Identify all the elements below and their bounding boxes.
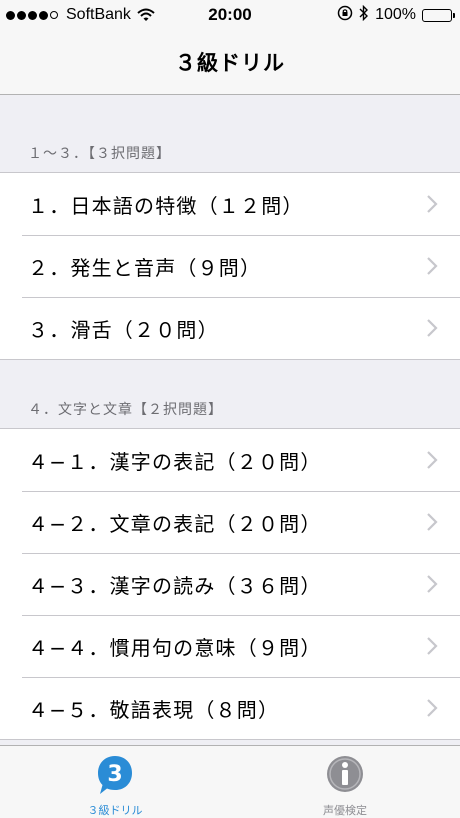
chevron-right-icon	[426, 256, 438, 276]
section-group-2: ４−１．漢字の表記（２０問） ４−２．文章の表記（２０問） ４−３．漢字の読み（…	[0, 428, 460, 740]
chevron-right-icon	[426, 698, 438, 718]
page-title: ３級ドリル	[175, 51, 285, 75]
section-group-1: １．日本語の特徴（１２問） ２．発生と音声（９問） ３．滑舌（２０問）	[0, 172, 460, 360]
list-item-label: ４−３．漢字の読み（３６問）	[28, 573, 322, 598]
status-bar-left: SoftBank	[0, 6, 155, 24]
status-bar-right: 100%	[331, 4, 460, 26]
list-item-label: ４−１．漢字の表記（２０問）	[28, 449, 322, 474]
list-item-label: ４−５．敬語表現（８問）	[28, 697, 280, 722]
battery-percentage: 100%	[375, 6, 416, 23]
bluetooth-icon	[359, 4, 369, 26]
list-item-label: ４−４．慣用句の意味（９問）	[28, 635, 322, 660]
tab-label: ３級ドリル	[87, 804, 143, 817]
list-item[interactable]: ４−３．漢字の読み（３６問）	[0, 553, 460, 615]
chevron-right-icon	[426, 512, 438, 532]
chevron-right-icon	[426, 194, 438, 214]
tab-voice-actor-exam[interactable]: 声優検定	[230, 746, 460, 818]
chevron-right-icon	[426, 574, 438, 594]
list-item[interactable]: ３．滑舌（２０問）	[0, 297, 460, 359]
list-item[interactable]: １．日本語の特徴（１２問）	[0, 173, 460, 235]
section-header-2: ４．文字と文章【２択問題】	[28, 402, 223, 418]
svg-text:3: 3	[107, 762, 122, 787]
chevron-right-icon	[426, 318, 438, 338]
chevron-right-icon	[426, 636, 438, 656]
chevron-right-icon	[426, 450, 438, 470]
status-bar: SoftBank 20:00 100%	[0, 0, 460, 30]
signal-dots-icon	[6, 10, 60, 20]
tab-label: 声優検定	[323, 804, 367, 817]
tab-drill-3[interactable]: 3 ３級ドリル	[0, 746, 230, 818]
list-item-label: ２．発生と音声（９問）	[28, 255, 262, 280]
list-item[interactable]: ２．発生と音声（９問）	[0, 235, 460, 297]
list-item-label: ３．滑舌（２０問）	[28, 317, 219, 342]
navigation-bar: ３級ドリル	[0, 30, 460, 95]
table-view[interactable]: １〜３．【３択問題】 １．日本語の特徴（１２問） ２．発生と音声（９問） ３．滑…	[0, 95, 460, 746]
list-item[interactable]: ４−２．文章の表記（２０問）	[0, 491, 460, 553]
list-item[interactable]: ４−５．敬語表現（８問）	[0, 677, 460, 739]
wifi-icon	[137, 8, 155, 22]
section-header-1: １〜３．【３択問題】	[28, 146, 171, 162]
info-icon	[325, 754, 365, 800]
drill-3-icon: 3	[95, 754, 135, 800]
list-item-label: １．日本語の特徴（１２問）	[28, 193, 304, 218]
list-item-label: ４−２．文章の表記（２０問）	[28, 511, 322, 536]
list-item[interactable]: ４−４．慣用句の意味（９問）	[0, 615, 460, 677]
battery-icon	[422, 8, 455, 22]
list-item[interactable]: ４−１．漢字の表記（２０問）	[0, 429, 460, 491]
tab-bar: 3 ３級ドリル 声優検定	[0, 745, 460, 818]
rotation-lock-icon	[337, 5, 353, 26]
carrier-name: SoftBank	[66, 6, 131, 23]
